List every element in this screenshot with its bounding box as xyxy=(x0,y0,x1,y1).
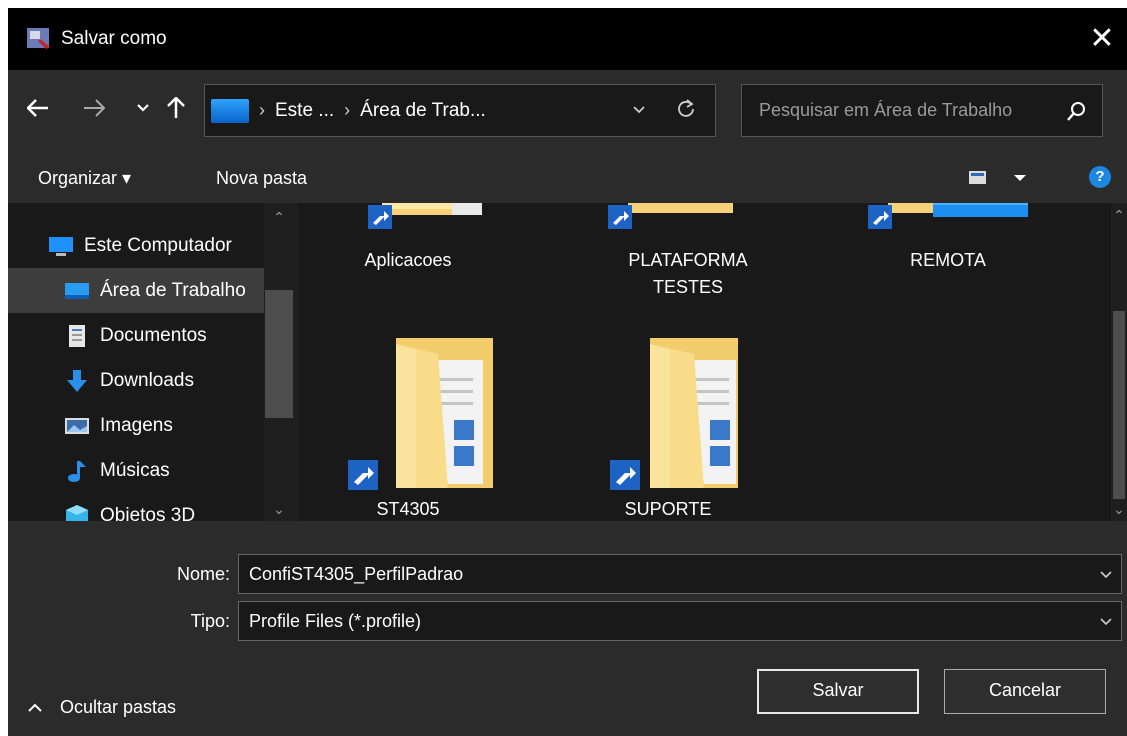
save-options: Nome: ConfiST4305_PerfilPadrao Tipo: Pro… xyxy=(8,521,1127,736)
view-options-icon[interactable] xyxy=(968,165,1028,191)
hide-folders-toggle[interactable]: Ocultar pastas xyxy=(28,697,176,718)
pictures-icon xyxy=(65,417,89,434)
folder-label: SUPORTE xyxy=(624,499,712,519)
folder-label: Aplicacoes xyxy=(364,250,452,270)
search-icon[interactable] xyxy=(1066,100,1088,122)
tree-item-label: Músicas xyxy=(100,459,170,481)
desktop-icon xyxy=(211,98,249,123)
address-bar[interactable]: › Este ... › Área de Trab... xyxy=(204,84,716,137)
command-bar: Organizar ▾ Nova pasta ? xyxy=(8,150,1127,203)
hide-folders-label: Ocultar pastas xyxy=(60,697,177,717)
tree-item-label: Área de Trabalho xyxy=(100,279,246,301)
folder-icon xyxy=(608,203,733,229)
title-bar: Salvar como ✕ xyxy=(8,8,1127,70)
scrollbar-thumb[interactable] xyxy=(265,290,293,418)
folder-aplicacoes[interactable]: Aplicacoes xyxy=(318,203,498,293)
tree-item-documents[interactable]: Documentos xyxy=(8,313,264,358)
search-box[interactable]: Pesquisar em Área de Trabalho xyxy=(741,84,1103,137)
chevron-up-icon xyxy=(28,703,42,712)
objects-3d-icon xyxy=(66,504,88,521)
breadcrumb-desktop[interactable]: Área de Trab... xyxy=(360,100,486,122)
tree-item-music[interactable]: Músicas xyxy=(8,448,264,493)
chevron-down-icon[interactable] xyxy=(1099,615,1113,629)
computer-icon xyxy=(49,236,73,256)
tree-item-label: Documentos xyxy=(100,324,207,346)
folder-icon xyxy=(868,203,1028,229)
cancel-button[interactable]: Cancelar xyxy=(944,669,1106,714)
folder-label: TESTES xyxy=(652,277,723,297)
save-button[interactable]: Salvar xyxy=(757,669,919,714)
file-list: Aplicacoes PLATAFORMA TESTES REMOTA ST43… xyxy=(298,203,1111,521)
tree-item-label: Objetos 3D xyxy=(100,504,196,522)
scroll-up-icon[interactable]: ⌃ xyxy=(1104,207,1127,224)
tree-item-label: Imagens xyxy=(100,414,173,436)
arrow-right-icon xyxy=(84,99,105,117)
tree-item-this-pc[interactable]: Este Computador xyxy=(8,223,264,268)
scrollbar-thumb[interactable] xyxy=(1113,311,1125,499)
refresh-icon[interactable] xyxy=(675,98,697,120)
nav-pane-scrollbar[interactable]: ⌃ ⌄ xyxy=(264,203,298,521)
app-icon xyxy=(27,28,50,49)
chevron-down-icon[interactable] xyxy=(629,99,649,119)
arrow-up-icon xyxy=(167,97,185,118)
folder-label: REMOTA xyxy=(910,250,986,270)
up-button[interactable] xyxy=(160,92,192,124)
chevron-down-icon xyxy=(137,104,149,112)
new-folder-button[interactable]: Nova pasta xyxy=(216,168,307,189)
breadcrumb-this-pc[interactable]: Este ... xyxy=(275,100,334,122)
file-type-value: Profile Files (*.profile) xyxy=(249,611,422,631)
downloads-icon xyxy=(67,369,87,392)
chevron-down-icon[interactable] xyxy=(1099,568,1113,582)
folder-suporte[interactable]: SUPORTE xyxy=(578,328,758,519)
documents-icon xyxy=(69,324,85,347)
folder-remota[interactable]: REMOTA xyxy=(858,203,1038,293)
file-name-value: ConfiST4305_PerfilPadrao xyxy=(249,564,464,584)
search-placeholder: Pesquisar em Área de Trabalho xyxy=(759,100,1013,120)
back-button[interactable] xyxy=(22,92,54,124)
folder-label: ST4305 xyxy=(376,499,440,519)
folder-label: PLATAFORMA xyxy=(628,250,748,270)
chevron-right-icon: › xyxy=(344,100,351,120)
help-icon[interactable]: ? xyxy=(1089,166,1111,188)
folder-icon xyxy=(610,338,738,490)
forward-button[interactable] xyxy=(78,92,110,124)
file-list-scrollbar[interactable]: ⌃ ⌄ xyxy=(1111,203,1127,521)
folder-st4305[interactable]: ST4305 xyxy=(318,328,498,519)
scroll-up-icon[interactable]: ⌃ xyxy=(264,209,294,226)
navigation-pane: Este Computador Área de Trabalho Documen… xyxy=(8,203,298,521)
folder-icon xyxy=(368,203,482,229)
save-as-dialog: Salvar como ✕ › Este ... › Área de Trab.… xyxy=(8,8,1127,736)
close-button[interactable]: ✕ xyxy=(1077,14,1127,64)
tree-item-pictures[interactable]: Imagens xyxy=(8,403,264,448)
file-name-label: Nome: xyxy=(176,564,230,584)
tree-item-label: Este Computador xyxy=(84,234,232,256)
music-icon xyxy=(68,460,86,482)
dialog-title: Salvar como xyxy=(61,28,167,49)
chevron-right-icon: › xyxy=(259,100,265,120)
scroll-down-icon[interactable]: ⌄ xyxy=(264,501,294,518)
navigation-bar: › Este ... › Área de Trab... Pesquisar e… xyxy=(8,70,1127,150)
tree-item-label: Downloads xyxy=(100,369,194,391)
folder-icon xyxy=(348,338,493,490)
folder-plataforma-testes[interactable]: PLATAFORMA TESTES xyxy=(598,203,778,313)
file-type-label: Tipo: xyxy=(190,611,230,631)
arrow-left-icon xyxy=(27,99,48,117)
recent-locations-button[interactable] xyxy=(127,92,159,124)
desktop-icon xyxy=(65,282,89,299)
file-type-select[interactable]: Profile Files (*.profile) xyxy=(238,601,1122,641)
tree-item-downloads[interactable]: Downloads xyxy=(8,358,264,403)
tree-item-3d-objects[interactable]: Objetos 3D xyxy=(8,493,264,521)
file-name-field[interactable]: ConfiST4305_PerfilPadrao xyxy=(238,554,1122,594)
organize-menu[interactable]: Organizar ▾ xyxy=(38,168,131,189)
scroll-down-icon[interactable]: ⌄ xyxy=(1104,501,1127,518)
tree-item-desktop[interactable]: Área de Trabalho xyxy=(8,268,264,313)
